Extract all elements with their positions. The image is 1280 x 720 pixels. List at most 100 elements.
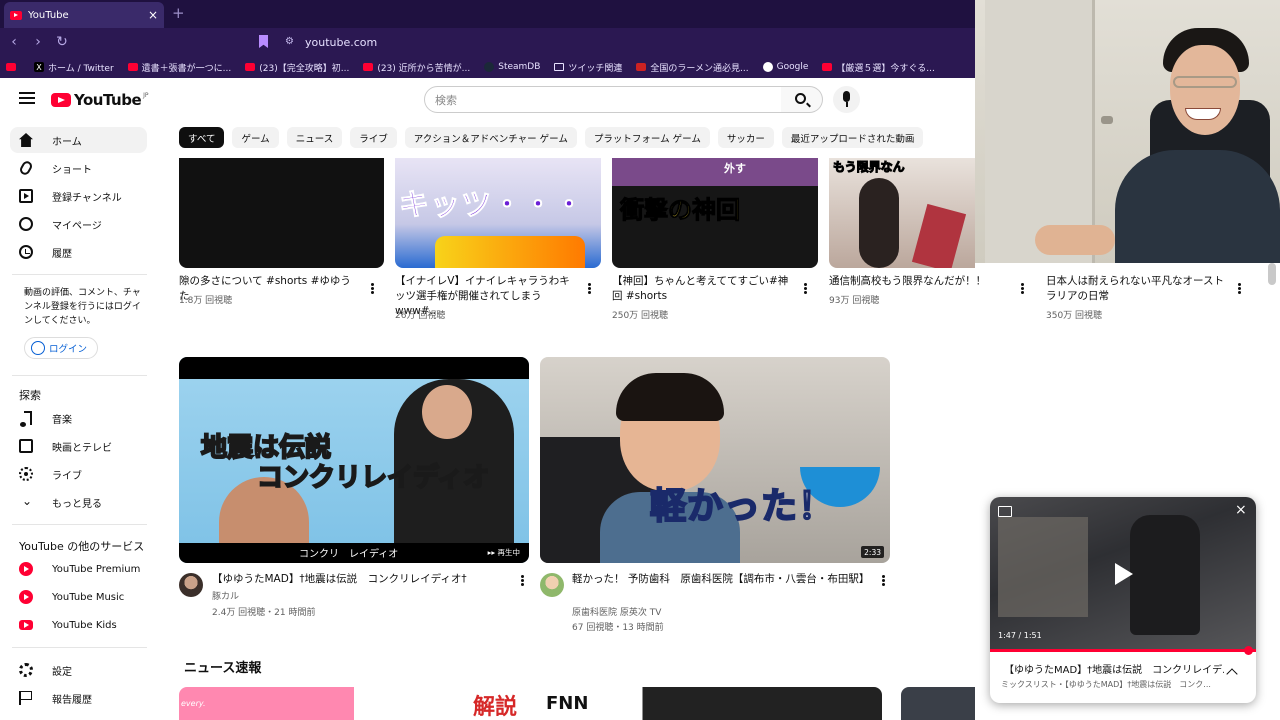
chip-news[interactable]: ニュース (286, 127, 343, 148)
news-thumbnail[interactable] (901, 687, 975, 720)
avatar[interactable] (540, 573, 564, 597)
bookmark-label: 【厳選５選】今すぐる... (836, 63, 935, 74)
channel-name[interactable]: 豚カル (212, 589, 239, 602)
region-code: JP (143, 91, 149, 99)
bookmark-item[interactable]: (23) 近所から苦情が... (363, 61, 470, 74)
video-meta: 2.4万 回視聴・21 時間前 (212, 608, 316, 618)
divider (12, 647, 147, 648)
more-options-icon[interactable] (804, 283, 807, 286)
thumbnail-figure (616, 373, 724, 421)
back-icon[interactable]: ‹ (4, 34, 24, 50)
shorts-thumbnail[interactable]: キッツ・・・ (395, 158, 601, 268)
voice-search-icon[interactable] (833, 86, 860, 113)
chevron-up-icon[interactable] (1226, 668, 1238, 680)
chip-all[interactable]: すべて (179, 127, 225, 148)
channel-name[interactable]: 原歯科医院 原英次 TV (572, 605, 661, 618)
bookmark-item[interactable]: (23)【完全攻略】初... (245, 61, 349, 74)
shorts-title[interactable]: 通信制高校もう限界なんだが！！ (829, 274, 1011, 289)
shorts-thumbnail[interactable] (179, 158, 384, 268)
shorts-views: 93万 回視聴 (829, 296, 880, 306)
more-options-icon[interactable] (882, 575, 885, 578)
signin-button[interactable]: ログイン (24, 337, 98, 359)
chevron-down-icon: ⌄ (22, 494, 33, 508)
more-options-icon[interactable] (1238, 283, 1241, 286)
menu-icon[interactable] (19, 92, 35, 104)
more-options-icon[interactable] (588, 283, 591, 286)
sidebar-item-music[interactable]: 音楽 (10, 405, 147, 431)
more-options-icon[interactable] (521, 575, 524, 578)
shorts-icon (18, 159, 34, 177)
bookmark-item[interactable] (6, 63, 20, 71)
sidebar-item-music-app[interactable]: YouTube Music (10, 584, 147, 610)
home-icon (19, 133, 33, 147)
sidebar-item-show-more[interactable]: ⌄ もっと見る (10, 489, 147, 515)
thumbnail-text: 解説 (473, 695, 518, 720)
scrollbar-thumb[interactable] (1268, 263, 1276, 285)
sidebar-item-label: マイページ (52, 220, 102, 232)
youtube-logo[interactable]: YouTube JP (51, 91, 149, 109)
tab-close-icon[interactable]: × (148, 8, 158, 22)
reload-icon[interactable]: ↻ (52, 34, 72, 50)
sidebar-item-history[interactable]: 履歴 (10, 239, 147, 265)
chip-action-adventure[interactable]: アクション＆アドベンチャー ゲーム (404, 127, 577, 148)
close-icon[interactable]: × (1235, 502, 1247, 518)
chip-games[interactable]: ゲーム (232, 127, 279, 148)
sidebar-item-shorts[interactable]: ショート (10, 155, 147, 181)
url-field[interactable]: youtube.com (305, 36, 377, 49)
folder-icon (554, 63, 565, 71)
filter-chips: すべて ゲーム ニュース ライブ アクション＆アドベンチャー ゲーム プラットフ… (179, 127, 931, 149)
play-icon[interactable] (1115, 563, 1133, 585)
miniplayer[interactable]: × 1:47 / 1:51 【ゆゆうたMAD】†地震は伝説 コンクリレイデ...… (990, 497, 1256, 703)
bookmark-label: ホーム / Twitter (48, 63, 114, 74)
more-options-icon[interactable] (1021, 283, 1024, 286)
news-thumbnail[interactable]: FNN (540, 687, 882, 720)
bookmark-item[interactable]: 全国のラーメン通必見... (636, 61, 749, 74)
sidebar-item-live[interactable]: ライブ (10, 461, 147, 487)
bookmark-item[interactable]: SteamDB (484, 62, 540, 72)
sidebar-item-report-history[interactable]: 報告履歴 (10, 685, 147, 711)
sidebar-item-home[interactable]: ホーム (10, 127, 147, 153)
sidebar-item-premium[interactable]: YouTube Premium (10, 556, 147, 582)
sidebar-item-kids[interactable]: YouTube Kids (10, 612, 147, 638)
more-options-icon[interactable] (371, 283, 374, 286)
forward-icon[interactable]: › (28, 34, 48, 50)
bookmark-item[interactable]: ツイッチ関連 (554, 61, 622, 74)
video-thumbnail[interactable]: 地震は伝説 コンクリレイディオ コンクリ レイディオ ▸▸ 再生中 (179, 357, 529, 563)
expand-icon[interactable] (998, 506, 1012, 517)
search-button[interactable] (781, 86, 823, 113)
youtube-play-icon (51, 93, 71, 107)
miniplayer-video[interactable]: × 1:47 / 1:51 (990, 497, 1256, 649)
sidebar-item-subscriptions[interactable]: 登録チャンネル (10, 183, 147, 209)
bookmark-item[interactable]: 遺書＋張書が一つに... (127, 61, 231, 74)
new-tab-button[interactable]: + (172, 4, 185, 22)
progress-scrubber[interactable] (1244, 646, 1253, 655)
avatar[interactable] (179, 573, 203, 597)
sidebar-item-settings[interactable]: 設定 (10, 657, 147, 683)
shorts-title[interactable]: 日本人は耐えられない平凡なオーストラリアの日常 (1046, 274, 1228, 304)
miniplayer-title[interactable]: 【ゆゆうたMAD】†地震は伝説 コンクリレイデ... (1004, 661, 1224, 676)
site-info-icon[interactable]: ⚙ (285, 36, 294, 47)
bookmark-label: SteamDB (498, 62, 541, 72)
news-thumbnail[interactable]: every. 解説 (179, 687, 529, 720)
video-title[interactable]: 軽かった！ 予防歯科 原歯科医院【調布市・八雲台・布田駅】 (572, 572, 869, 587)
progress-bar[interactable] (990, 646, 1256, 655)
chip-soccer[interactable]: サッカー (717, 127, 774, 148)
bookmark-item[interactable]: Google (762, 62, 808, 72)
chip-live[interactable]: ライブ (350, 127, 397, 148)
chip-platform[interactable]: プラットフォーム ゲーム (584, 127, 710, 148)
shorts-title[interactable]: 【神回】ちゃんと考えててすごい#神回 #shorts (612, 274, 794, 304)
sidebar-item-label: YouTube Kids (52, 619, 117, 631)
browser-tab-youtube[interactable]: YouTube × (4, 2, 164, 28)
bookmark-item[interactable]: X ホーム / Twitter (34, 61, 114, 74)
sidebar-item-you[interactable]: マイページ (10, 211, 147, 237)
duration-badge: 2:33 (861, 546, 884, 558)
shorts-thumbnail[interactable]: 外す 衝撃の神回 (612, 158, 818, 268)
bookmark-label: (23) 近所から苦情が... (377, 63, 471, 74)
video-title[interactable]: 【ゆゆうたMAD】†地震は伝説 コンクリレイディオ† (212, 572, 512, 587)
bookmark-item[interactable]: 【厳選５選】今すぐる... (822, 61, 935, 74)
video-thumbnail[interactable]: 軽かった！ 2:33 (540, 357, 890, 563)
shorts-thumbnail[interactable]: もう限界なん (829, 158, 975, 268)
sidebar-item-movies[interactable]: 映画とテレビ (10, 433, 147, 459)
chip-recent[interactable]: 最近アップロードされた動画 (781, 127, 924, 148)
search-input[interactable]: 検索 (424, 86, 782, 113)
